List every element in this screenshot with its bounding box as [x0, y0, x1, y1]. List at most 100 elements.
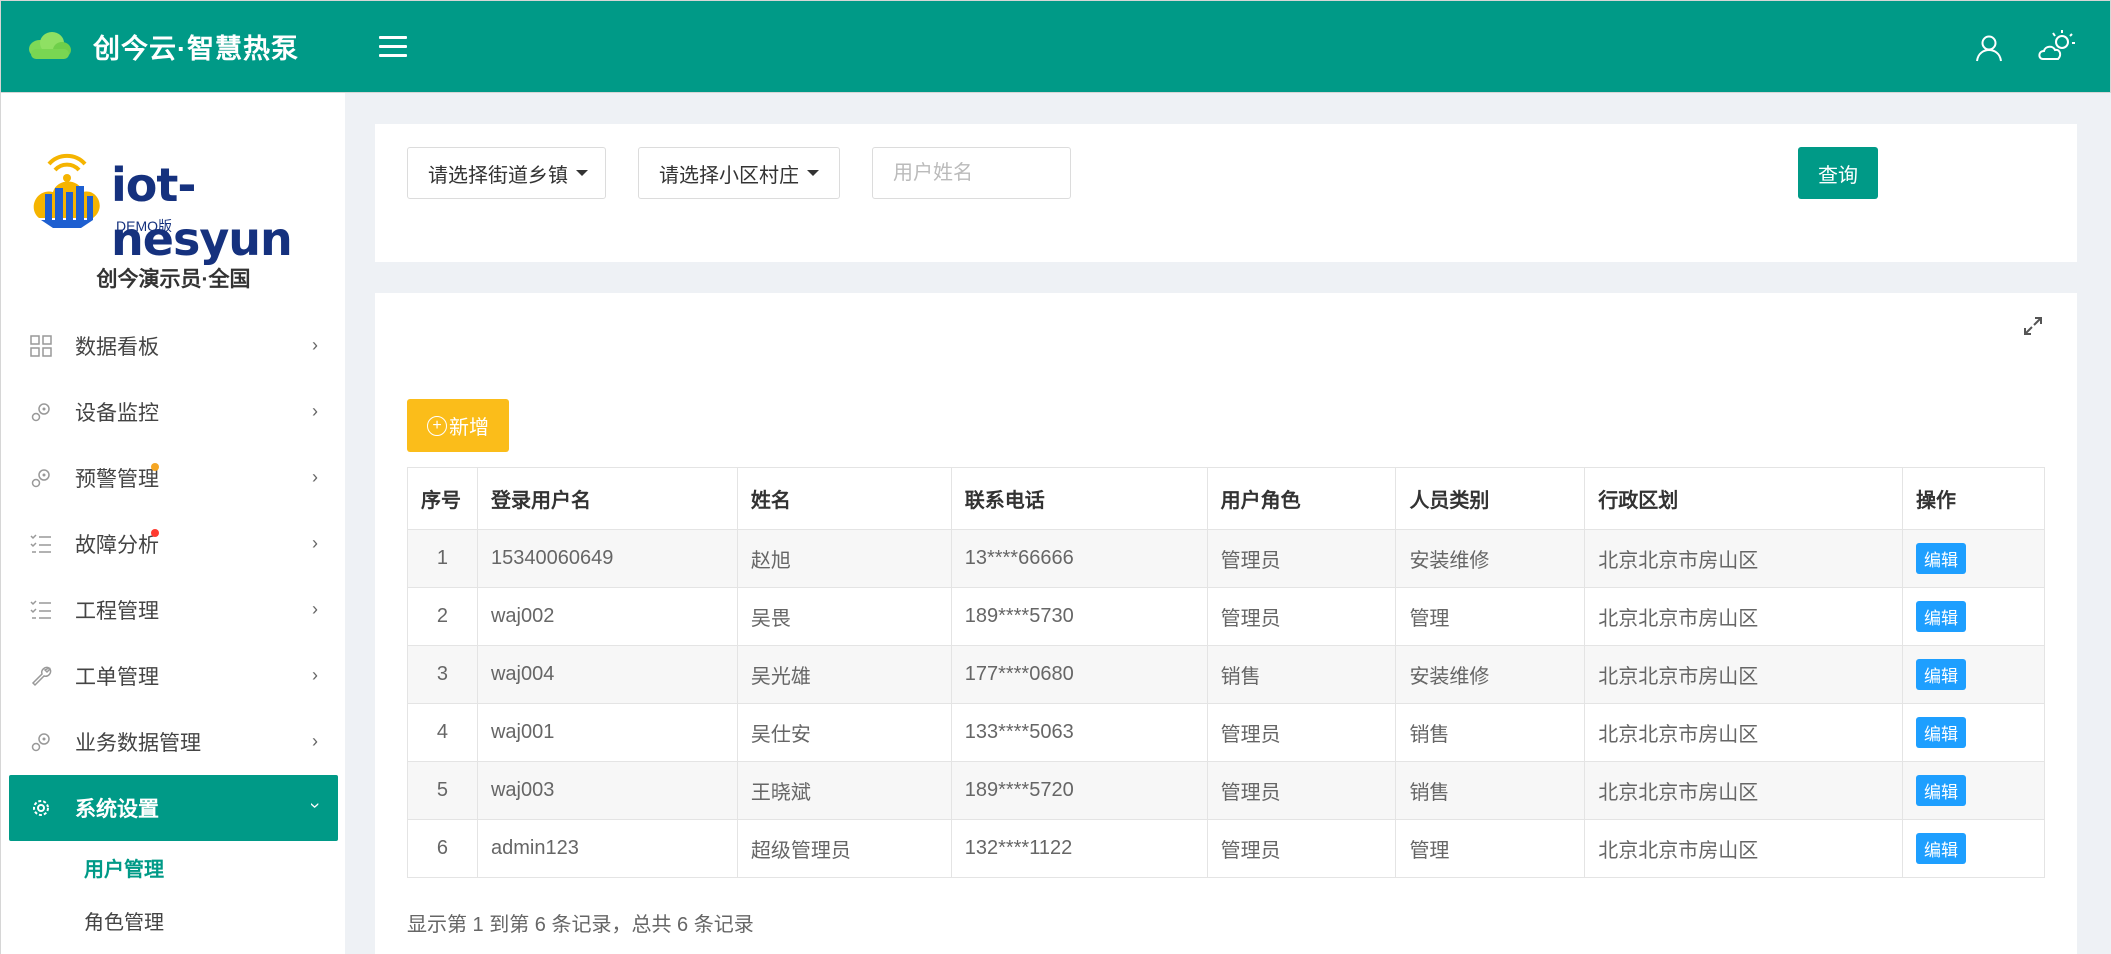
column-header[interactable]: 联系电话 [950, 467, 1208, 530]
sidebar-item-system-settings[interactable]: 系统设置 › [9, 775, 338, 841]
chevron-right-icon: › [312, 467, 318, 487]
user-table-panel: + 新增 序号 登录用户名 姓名 联系电话 用户角色 人员类别 行政区划 操作 … [375, 293, 2077, 954]
cell-name: 吴光雄 [736, 645, 952, 704]
edit-button[interactable]: 编辑 [1916, 775, 1967, 806]
notification-dot [151, 463, 159, 471]
cell-region: 北京北京市房山区 [1584, 819, 1904, 878]
cell-category: 销售 [1395, 761, 1586, 820]
cell-name: 王晓斌 [736, 761, 952, 820]
user-org-label: 创今演示员·全国 [96, 268, 251, 291]
cell-region: 北京北京市房山区 [1584, 645, 1904, 704]
cell-category: 安装维修 [1395, 645, 1586, 704]
cell-role: 管理员 [1206, 819, 1397, 878]
cell-index: 1 [407, 529, 478, 588]
list-icon [29, 532, 53, 556]
sidebar-item-business-data[interactable]: 业务数据管理 › [1, 709, 346, 775]
top-bar: 创今云·智慧热泵 [0, 0, 2111, 93]
village-select[interactable]: 请选择小区村庄 [638, 147, 840, 199]
sidebar-item-label: 系统设置 [75, 798, 159, 821]
cell-role: 管理员 [1206, 529, 1397, 588]
edit-button[interactable]: 编辑 [1916, 601, 1967, 632]
chevron-right-icon: › [312, 335, 318, 355]
edit-button[interactable]: 编辑 [1916, 543, 1967, 574]
sidebar: iot-nesyun DEMO版 创今演示员·全国 数据看板 › 设备监控 › … [0, 93, 345, 954]
chevron-right-icon: › [312, 665, 318, 685]
column-header[interactable]: 登录用户名 [476, 467, 738, 530]
cell-action: 编辑 [1902, 587, 2045, 646]
user-name-input[interactable] [872, 147, 1071, 199]
sidebar-item-label: 业务数据管理 [75, 732, 201, 755]
cell-region: 北京北京市房山区 [1584, 587, 1904, 646]
list-icon [29, 598, 53, 622]
cell-username: admin123 [476, 819, 738, 878]
sidebar-item-fault-analysis[interactable]: 故障分析 › [1, 511, 346, 577]
plus-circle-icon: + [427, 415, 447, 436]
cell-name: 吴仕安 [736, 703, 952, 762]
cell-category: 管理 [1395, 819, 1586, 878]
add-button-label: 新增 [449, 417, 489, 439]
table-row: 1 15340060649 赵旭 13****66666 管理员 安装维修 北京… [407, 529, 2045, 588]
sidebar-item-label: 工程管理 [75, 600, 159, 623]
user-icon[interactable] [1974, 33, 2004, 63]
sidebar-item-alerts[interactable]: 预警管理 › [1, 445, 346, 511]
edit-button[interactable]: 编辑 [1916, 717, 1967, 748]
cell-index: 3 [407, 645, 478, 704]
submenu-item-role-management[interactable]: 角色管理 [1, 894, 346, 947]
expand-icon[interactable] [2022, 315, 2044, 337]
column-header[interactable]: 人员类别 [1395, 467, 1586, 530]
cell-username: waj001 [476, 703, 738, 762]
column-header[interactable]: 用户角色 [1206, 467, 1397, 530]
column-header[interactable]: 姓名 [736, 467, 952, 530]
edit-button[interactable]: 编辑 [1916, 833, 1967, 864]
sidebar-menu: 数据看板 › 设备监控 › 预警管理 › 故障分析 › 工程管理 › 工单管理 … [1, 313, 346, 947]
chevron-right-icon: › [312, 401, 318, 421]
sidebar-item-dashboard[interactable]: 数据看板 › [1, 313, 346, 379]
cell-region: 北京北京市房山区 [1584, 703, 1904, 762]
weather-icon[interactable] [2037, 29, 2077, 65]
cell-action: 编辑 [1902, 761, 2045, 820]
cell-category: 安装维修 [1395, 529, 1586, 588]
table-row: 2 waj002 吴畏 189****5730 管理员 管理 北京北京市房山区 … [407, 587, 2045, 646]
village-select-value: 请选择小区村庄 [659, 164, 799, 187]
cell-category: 销售 [1395, 703, 1586, 762]
chevron-down-icon: › [305, 802, 326, 809]
add-user-button[interactable]: + 新增 [407, 399, 509, 452]
sidebar-item-label: 工单管理 [75, 666, 159, 689]
table-header-row: 序号 登录用户名 姓名 联系电话 用户角色 人员类别 行政区划 操作 [407, 467, 2045, 530]
brand-subtitle: DEMO版 [116, 218, 172, 234]
column-header[interactable]: 行政区划 [1584, 467, 1904, 530]
cell-phone: 132****1122 [950, 819, 1208, 878]
cell-phone: 189****5730 [950, 587, 1208, 646]
wrench-icon [29, 664, 53, 688]
table-row: 5 waj003 王晓斌 189****5720 管理员 销售 北京北京市房山区… [407, 761, 2045, 820]
sidebar-item-project[interactable]: 工程管理 › [1, 577, 346, 643]
cell-role: 管理员 [1206, 761, 1397, 820]
cell-index: 5 [407, 761, 478, 820]
cell-action: 编辑 [1902, 703, 2045, 762]
submenu-item-user-management[interactable]: 用户管理 [1, 841, 346, 894]
brand-icon [33, 153, 100, 228]
caret-down-icon [576, 170, 588, 176]
hamburger-icon[interactable] [379, 36, 407, 60]
table-row: 4 waj001 吴仕安 133****5063 管理员 销售 北京北京市房山区… [407, 703, 2045, 762]
cell-region: 北京北京市房山区 [1584, 529, 1904, 588]
sidebar-item-device-monitor[interactable]: 设备监控 › [1, 379, 346, 445]
sidebar-item-label: 预警管理 [75, 468, 159, 491]
query-button[interactable]: 查询 [1798, 147, 1878, 199]
cell-index: 4 [407, 703, 478, 762]
column-header[interactable]: 序号 [407, 467, 478, 530]
chevron-right-icon: › [312, 533, 318, 553]
logo-icon [29, 32, 71, 59]
sidebar-item-work-order[interactable]: 工单管理 › [1, 643, 346, 709]
street-select[interactable]: 请选择街道乡镇 [407, 147, 606, 199]
column-header[interactable]: 操作 [1902, 467, 2045, 530]
cell-index: 2 [407, 587, 478, 646]
cell-phone: 177****0680 [950, 645, 1208, 704]
pagination-summary: 显示第 1 到第 6 条记录，总共 6 条记录 [407, 914, 754, 936]
edit-button[interactable]: 编辑 [1916, 659, 1967, 690]
app-title: 创今云·智慧热泵 [93, 34, 299, 64]
cell-role: 管理员 [1206, 703, 1397, 762]
cell-username: waj004 [476, 645, 738, 704]
sidebar-item-label: 设备监控 [75, 402, 159, 425]
cell-phone: 13****66666 [950, 529, 1208, 588]
